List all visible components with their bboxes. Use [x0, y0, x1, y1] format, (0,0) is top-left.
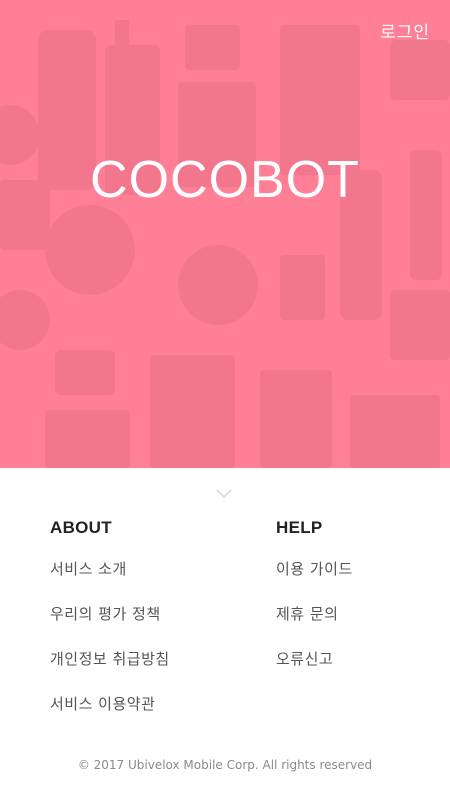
about-section: ABOUT 서비스 소개 우리의 평가 정책 개인정보 취급방침 서비스 이용약… [50, 518, 230, 739]
link-service-intro[interactable]: 서비스 소개 [50, 559, 230, 604]
copyright-text: © 2017 Ubivelox Mobile Corp. All rights … [77, 758, 373, 772]
brand-logo-text: COCOBOT [90, 151, 360, 209]
link-review-policy[interactable]: 우리의 평가 정책 [50, 604, 230, 649]
about-link-list: 서비스 소개 우리의 평가 정책 개인정보 취급방침 서비스 이용약관 [50, 559, 230, 739]
help-heading: HELP [276, 518, 323, 537]
chevron-down-icon[interactable] [216, 487, 232, 499]
help-section: HELP 이용 가이드 제휴 문의 오류신고 [276, 518, 450, 694]
hero-background-image [0, 20, 450, 468]
link-partnership-inquiry[interactable]: 제휴 문의 [276, 604, 450, 649]
about-heading: ABOUT [50, 518, 112, 537]
link-error-report[interactable]: 오류신고 [276, 649, 450, 694]
hero-banner: 로그인 COCOBOT [0, 0, 450, 468]
login-link[interactable]: 로그인 [380, 18, 430, 43]
help-link-list: 이용 가이드 제휴 문의 오류신고 [276, 559, 450, 694]
link-terms-of-service[interactable]: 서비스 이용약관 [50, 694, 230, 739]
link-privacy-policy[interactable]: 개인정보 취급방침 [50, 649, 230, 694]
link-user-guide[interactable]: 이용 가이드 [276, 559, 450, 604]
